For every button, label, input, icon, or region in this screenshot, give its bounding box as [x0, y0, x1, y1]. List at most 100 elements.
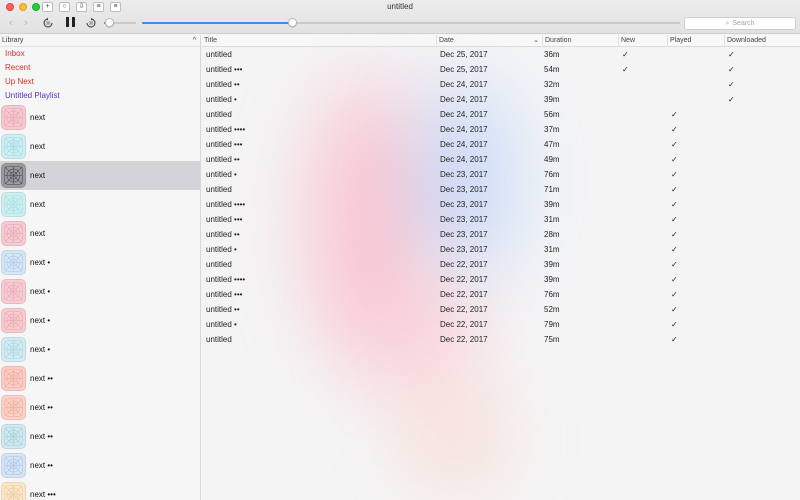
- checkmark-icon: ✓: [671, 260, 678, 269]
- search-input[interactable]: ⌕ Search: [684, 17, 796, 30]
- pause-button[interactable]: [66, 17, 75, 27]
- sidebar-podcast-item[interactable]: next ••: [0, 393, 200, 422]
- sidebar-header[interactable]: Library ^: [0, 35, 200, 47]
- column-header-downloaded[interactable]: Downloaded: [724, 35, 800, 47]
- checkmark-icon: ✓: [671, 215, 678, 224]
- column-header-label: Title: [204, 37, 217, 44]
- cell-title: untitled: [206, 185, 232, 194]
- skip-forward-icon[interactable]: 30: [86, 18, 96, 28]
- table-row[interactable]: untitled ••• Dec 24, 2017 47m ✓: [202, 137, 800, 152]
- podcast-title: next •: [30, 316, 51, 325]
- sidebar-podcast-item[interactable]: next: [0, 103, 200, 132]
- podcast-title: next •••: [30, 490, 56, 499]
- app-window: + ○ ⇩ ≡ ≡ untitled ‹ › 30 30 ⌕ Search Li…: [0, 0, 800, 500]
- sidebar-podcast-item[interactable]: next ••: [0, 451, 200, 480]
- column-header-date[interactable]: Date ⌄: [436, 35, 542, 47]
- table-row[interactable]: untitled •••• Dec 23, 2017 39m ✓: [202, 197, 800, 212]
- sidebar-podcast-item[interactable]: next: [0, 161, 200, 190]
- checkmark-icon: ✓: [671, 290, 678, 299]
- podcast-title: next •: [30, 258, 51, 267]
- sidebar-podcast-item[interactable]: next •: [0, 277, 200, 306]
- podcast-list: next next next next next next • next • next • ne…: [0, 103, 200, 500]
- cell-duration: 52m: [544, 305, 560, 314]
- cell-date: Dec 23, 2017: [440, 170, 488, 179]
- table-row[interactable]: untitled ••• Dec 25, 2017 54m ✓ ✓: [202, 62, 800, 77]
- table-row[interactable]: untitled •• Dec 23, 2017 28m ✓: [202, 227, 800, 242]
- sidebar-link-up-next[interactable]: Up Next: [0, 75, 200, 89]
- cell-duration: 54m: [544, 65, 560, 74]
- sidebar-link-recent[interactable]: Recent: [0, 61, 200, 75]
- podcast-artwork-icon: [1, 279, 26, 304]
- checkmark-icon: ✓: [671, 245, 678, 254]
- table-row[interactable]: untitled Dec 22, 2017 39m ✓: [202, 257, 800, 272]
- cell-duration: 49m: [544, 155, 560, 164]
- back-arrow-icon[interactable]: ‹: [9, 17, 13, 29]
- checkmark-icon: ✓: [671, 155, 678, 164]
- cell-date: Dec 25, 2017: [440, 65, 488, 74]
- volume-slider-knob[interactable]: [104, 18, 114, 27]
- checkmark-icon: ✓: [671, 110, 678, 119]
- cell-duration: 71m: [544, 185, 560, 194]
- table-row[interactable]: untitled ••• Dec 22, 2017 76m ✓: [202, 287, 800, 302]
- sidebar-podcast-item[interactable]: next: [0, 219, 200, 248]
- checkmark-icon: ✓: [622, 65, 629, 74]
- table-row[interactable]: untitled •••• Dec 24, 2017 37m ✓: [202, 122, 800, 137]
- skip-back-icon[interactable]: 30: [43, 18, 53, 28]
- table-row[interactable]: untitled • Dec 22, 2017 79m ✓: [202, 317, 800, 332]
- sidebar-podcast-item[interactable]: next •: [0, 335, 200, 364]
- cell-title: untitled •: [206, 320, 237, 329]
- cell-title: untitled ••: [206, 155, 240, 164]
- sidebar-podcast-item[interactable]: next •••: [0, 480, 200, 500]
- cell-duration: 36m: [544, 50, 560, 59]
- sidebar-podcast-item[interactable]: next •: [0, 248, 200, 277]
- table-row[interactable]: untitled ••• Dec 23, 2017 31m ✓: [202, 212, 800, 227]
- podcast-artwork-icon: [1, 424, 26, 449]
- sidebar-podcast-item[interactable]: next ••: [0, 422, 200, 451]
- table-row[interactable]: untitled • Dec 23, 2017 31m ✓: [202, 242, 800, 257]
- table-row[interactable]: untitled •• Dec 24, 2017 32m ✓: [202, 77, 800, 92]
- column-header-duration[interactable]: Duration: [542, 35, 618, 47]
- column-header-label: Date: [439, 37, 454, 44]
- chevron-up-icon[interactable]: ^: [193, 35, 196, 47]
- table-row[interactable]: untitled •• Dec 22, 2017 52m ✓: [202, 302, 800, 317]
- table-row[interactable]: untitled Dec 24, 2017 56m ✓: [202, 107, 800, 122]
- podcast-title: next •: [30, 345, 51, 354]
- table-row[interactable]: untitled Dec 25, 2017 36m ✓ ✓: [202, 47, 800, 62]
- checkmark-icon: ✓: [671, 140, 678, 149]
- playback-progress-slider[interactable]: [142, 22, 680, 24]
- cell-date: Dec 23, 2017: [440, 215, 488, 224]
- podcast-title: next: [30, 142, 46, 151]
- cell-title: untitled •: [206, 170, 237, 179]
- sidebar-link-inbox[interactable]: Inbox: [0, 47, 200, 61]
- sidebar-link-untitled-playlist[interactable]: Untitled Playlist: [0, 89, 200, 103]
- column-header-new[interactable]: New: [618, 35, 667, 47]
- podcast-title: next: [30, 171, 46, 180]
- table-row[interactable]: untitled Dec 23, 2017 71m ✓: [202, 182, 800, 197]
- cell-duration: 47m: [544, 140, 560, 149]
- table-row[interactable]: untitled •• Dec 24, 2017 49m ✓: [202, 152, 800, 167]
- checkmark-icon: ✓: [671, 200, 678, 209]
- table-row[interactable]: untitled •••• Dec 22, 2017 39m ✓: [202, 272, 800, 287]
- checkmark-icon: ✓: [671, 230, 678, 239]
- table-row[interactable]: untitled • Dec 24, 2017 39m ✓: [202, 92, 800, 107]
- sidebar-podcast-item[interactable]: next ••: [0, 364, 200, 393]
- sidebar-podcast-item[interactable]: next •: [0, 306, 200, 335]
- cell-date: Dec 24, 2017: [440, 140, 488, 149]
- column-header-played[interactable]: Played: [667, 35, 724, 47]
- table-row[interactable]: untitled Dec 22, 2017 75m ✓: [202, 332, 800, 347]
- sidebar-podcast-item[interactable]: next: [0, 132, 200, 161]
- table-row[interactable]: untitled • Dec 23, 2017 76m ✓: [202, 167, 800, 182]
- playback-progress-knob[interactable]: [288, 18, 298, 27]
- sidebar-links: Inbox Recent Up Next Untitled Playlist: [0, 47, 200, 103]
- podcast-title: next •: [30, 287, 51, 296]
- cell-title: untitled: [206, 260, 232, 269]
- skip-forward-label: 30: [89, 21, 94, 26]
- column-header-title[interactable]: Title: [202, 35, 436, 47]
- sidebar-podcast-item[interactable]: next: [0, 190, 200, 219]
- cell-date: Dec 24, 2017: [440, 80, 488, 89]
- checkmark-icon: ✓: [728, 95, 735, 104]
- sort-descending-icon[interactable]: ⌄: [533, 35, 539, 47]
- forward-arrow-icon[interactable]: ›: [24, 17, 28, 29]
- episode-table: Title Date ⌄ Duration New Played Downloaded un…: [202, 35, 800, 500]
- cell-title: untitled: [206, 110, 232, 119]
